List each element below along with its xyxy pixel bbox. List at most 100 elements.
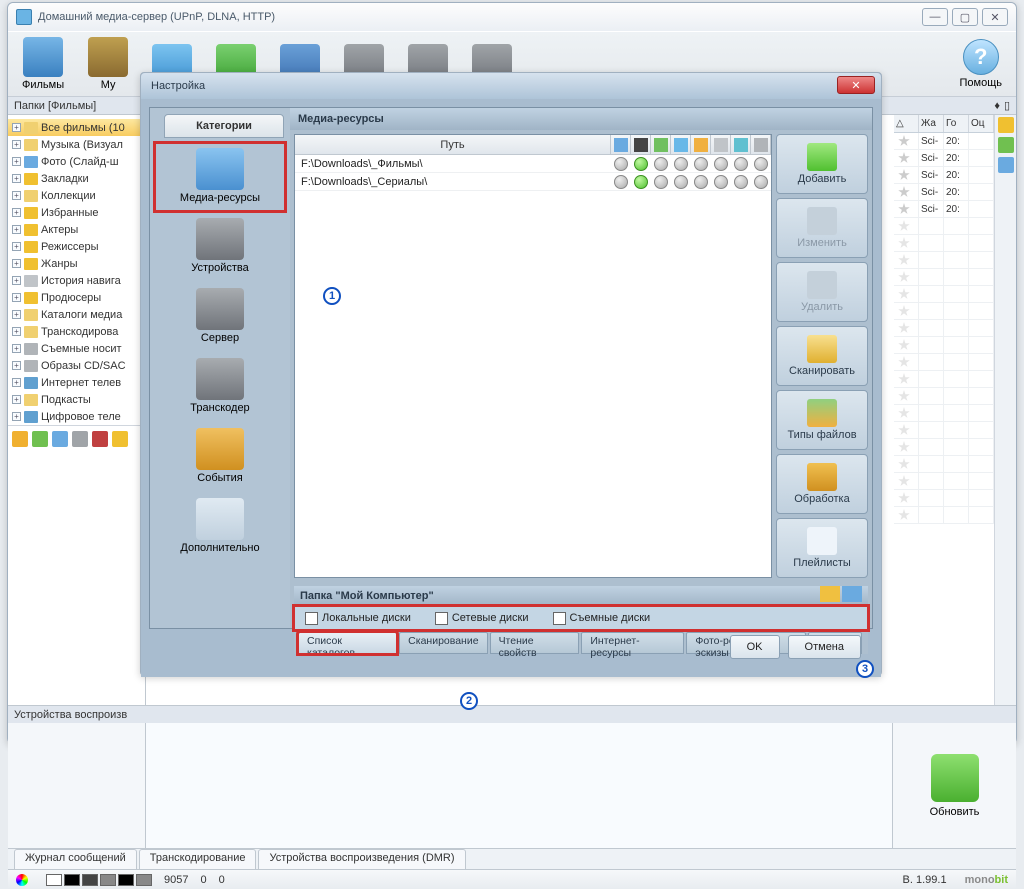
col-icon-4 xyxy=(674,138,688,152)
tree-item[interactable]: +Избранные xyxy=(8,204,145,221)
right-toolbar xyxy=(994,115,1016,705)
tree-item[interactable]: +Закладки xyxy=(8,170,145,187)
cancel-button[interactable]: Отмена xyxy=(788,635,861,659)
pin-icon[interactable]: ♦ xyxy=(994,97,1000,114)
star-icon[interactable] xyxy=(998,117,1014,133)
color-icon xyxy=(16,874,28,886)
scan-button[interactable]: Сканировать xyxy=(776,326,868,386)
dialog-tab[interactable]: Сканирование xyxy=(399,632,487,654)
bottom-tab[interactable]: Журнал сообщений xyxy=(14,849,137,869)
pc-icon[interactable] xyxy=(842,586,862,602)
titlebar: Домашний медиа-сервер (UPnP, DLNA, HTTP)… xyxy=(8,3,1016,31)
disk-checkbox-row: Локальные диски Сетевые диски Съемные диск… xyxy=(294,606,868,630)
minimize-button[interactable]: — xyxy=(922,8,948,26)
tree-tool-icon[interactable] xyxy=(32,431,48,447)
tree-item[interactable]: +Образы CD/SAC xyxy=(8,357,145,374)
tree-item[interactable]: +Актеры xyxy=(8,221,145,238)
tree-item[interactable]: +Цифровое теле xyxy=(8,408,145,425)
path-row[interactable]: F:\Downloads\_Фильмы\ xyxy=(295,155,771,173)
tree-item[interactable]: +Режиссеры xyxy=(8,238,145,255)
refresh-icon[interactable] xyxy=(931,754,979,802)
grid-row[interactable]: Sci-20: xyxy=(894,201,994,218)
tree-item[interactable]: +Коллекции xyxy=(8,187,145,204)
category-Дополнительно[interactable]: Дополнительно xyxy=(154,492,286,562)
dialog-title: Настройка xyxy=(151,80,205,92)
path-table[interactable]: Путь F:\Downloads\_Фильмы\F:\Downloads\_… xyxy=(294,134,772,578)
dialog-close-button[interactable]: ✕ xyxy=(837,76,875,94)
maximize-button[interactable]: ▢ xyxy=(952,8,978,26)
tree-item[interactable]: +Музыка (Визуал xyxy=(8,136,145,153)
category-Медиа-ресурсы[interactable]: Медиа-ресурсы xyxy=(154,142,286,212)
bottom-tab[interactable]: Устройства воспроизведения (DMR) xyxy=(258,849,465,869)
col-icon-8 xyxy=(754,138,768,152)
tree-tool-icon[interactable] xyxy=(112,431,128,447)
brand-logo: monobit xyxy=(965,874,1008,886)
grid-row[interactable]: Sci-20: xyxy=(894,150,994,167)
del-button[interactable]: Удалить xyxy=(776,262,868,322)
toolbar-music[interactable]: Му xyxy=(82,35,134,93)
app-icon xyxy=(16,9,32,25)
version-label: В. 1.99.1 xyxy=(903,874,947,886)
category-Транскодер[interactable]: Транскодер xyxy=(154,352,286,422)
tree-item[interactable]: +Интернет телев xyxy=(8,374,145,391)
grid-row[interactable]: Sci-20: xyxy=(894,133,994,150)
status-count-2: 0 xyxy=(200,874,206,886)
help-icon: ? xyxy=(963,39,999,75)
checkbox-Локальные диски[interactable]: Локальные диски xyxy=(305,612,411,625)
checkbox-Съемные диски[interactable]: Съемные диски xyxy=(553,612,651,625)
edit-button[interactable]: Изменить xyxy=(776,198,868,258)
disk-icon[interactable] xyxy=(998,157,1014,173)
tree-tool-icon[interactable] xyxy=(72,431,88,447)
col-icon-3 xyxy=(654,138,668,152)
dialog-tab[interactable]: Интернет-ресурсы xyxy=(581,632,684,654)
col-icon-1 xyxy=(614,138,628,152)
category-Устройства[interactable]: Устройства xyxy=(154,212,286,282)
users-icon[interactable] xyxy=(820,586,840,602)
col-icon-5 xyxy=(694,138,708,152)
tree-tool-icon[interactable] xyxy=(12,431,28,447)
dialog-tab[interactable]: Чтение свойств xyxy=(490,632,580,654)
add-button[interactable]: Добавить xyxy=(776,134,868,194)
path-row[interactable]: F:\Downloads\_Сериалы\ xyxy=(295,173,771,191)
types-button[interactable]: Типы файлов xyxy=(776,390,868,450)
ok-button[interactable]: OK xyxy=(730,635,780,659)
folder-tree[interactable]: +Все фильмы (10+Музыка (Визуал+Фото (Сла… xyxy=(8,115,146,705)
status-bar: 9057 0 0 В. 1.99.1 monobit xyxy=(8,869,1016,889)
grid-row[interactable]: Sci-20: xyxy=(894,167,994,184)
color-swatches xyxy=(46,874,152,886)
dialog-tab[interactable]: Список каталогов xyxy=(298,632,397,654)
category-Сервер[interactable]: Сервер xyxy=(154,282,286,352)
devices-header: Устройства воспроизв xyxy=(8,705,1016,723)
proc-button[interactable]: Обработка xyxy=(776,454,868,514)
close-panel-icon[interactable]: ▯ xyxy=(1004,97,1010,114)
status-count-3: 0 xyxy=(219,874,225,886)
tree-item[interactable]: +Фото (Слайд-ш xyxy=(8,153,145,170)
toolbar-help[interactable]: ?Помощь xyxy=(954,37,1009,91)
bottom-tab[interactable]: Транскодирование xyxy=(139,849,257,869)
tree-item[interactable]: +Жанры xyxy=(8,255,145,272)
path-column-header: Путь xyxy=(295,135,611,154)
grid-row[interactable]: Sci-20: xyxy=(894,184,994,201)
pl-button[interactable]: Плейлисты xyxy=(776,518,868,578)
category-panel: Категории Медиа-ресурсыУстройстваСерверТ… xyxy=(150,108,290,628)
tree-tool-icon[interactable] xyxy=(92,431,108,447)
tree-tool-icon[interactable] xyxy=(52,431,68,447)
tree-item[interactable]: +Транскодирова xyxy=(8,323,145,340)
checkbox-Сетевые диски[interactable]: Сетевые диски xyxy=(435,612,529,625)
tree-item[interactable]: +Все фильмы (10 xyxy=(8,119,145,136)
tree-item[interactable]: +Продюсеры xyxy=(8,289,145,306)
arrow-icon[interactable] xyxy=(998,137,1014,153)
col-icon-2 xyxy=(634,138,648,152)
tree-item[interactable]: +История навига xyxy=(8,272,145,289)
tree-item[interactable]: +Подкасты xyxy=(8,391,145,408)
toolbar-films[interactable]: Фильмы xyxy=(16,35,70,93)
window-title: Домашний медиа-сервер (UPnP, DLNA, HTTP) xyxy=(38,11,922,23)
device-list xyxy=(8,723,146,848)
category-События[interactable]: События xyxy=(154,422,286,492)
refresh-panel: Обновить xyxy=(892,723,1016,848)
col-icon-6 xyxy=(714,138,728,152)
close-button[interactable]: ✕ xyxy=(982,8,1008,26)
tree-item[interactable]: +Каталоги медиа xyxy=(8,306,145,323)
tree-item[interactable]: +Съемные носит xyxy=(8,340,145,357)
categories-tab[interactable]: Категории xyxy=(164,114,284,138)
